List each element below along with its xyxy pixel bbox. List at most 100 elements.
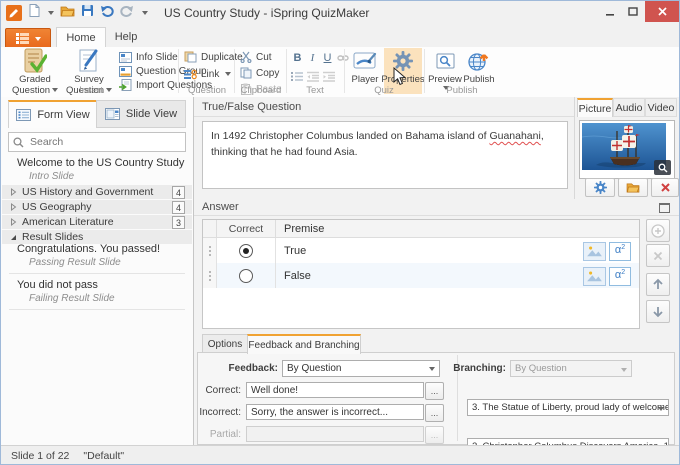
new-document-button[interactable] <box>29 4 40 22</box>
cut-button[interactable]: Cut <box>240 50 282 64</box>
qat-customize-caret-icon[interactable] <box>142 11 148 15</box>
move-down-button[interactable] <box>646 300 670 323</box>
application-window: US Country Study - iSpring QuizMaker Hom… <box>0 0 680 465</box>
row-picture-button[interactable] <box>583 242 606 261</box>
bold-button[interactable]: B <box>291 51 304 64</box>
arrow-down-icon <box>653 307 663 318</box>
delete-picture-button[interactable] <box>651 178 679 197</box>
question-section-header: True/False Question <box>194 97 574 117</box>
branch-correct-select[interactable]: 3. The Statue of Liberty, proud lady of … <box>467 399 669 416</box>
tab-picture[interactable]: Picture <box>577 98 613 117</box>
expand-answer-icon[interactable] <box>659 203 670 213</box>
minimize-button[interactable] <box>599 1 621 22</box>
partial-feedback-input[interactable] <box>246 426 424 442</box>
answer-table: Correct Premise True α2 False α2 <box>202 219 640 329</box>
slide-item-subtitle: Failing Result Slide <box>29 293 115 304</box>
search-box <box>8 132 186 152</box>
question-text-editor[interactable]: In 1492 Christopher Columbus landed on B… <box>202 121 568 189</box>
tab-video[interactable]: Video <box>645 98 677 117</box>
hyperlink-icon <box>336 54 349 61</box>
close-button[interactable] <box>645 1 679 22</box>
correct-feedback-input[interactable]: Well done! <box>246 382 424 398</box>
feedback-label: Feedback: <box>228 363 278 374</box>
tab-audio[interactable]: Audio <box>613 98 645 117</box>
sidebar: Form View Slide View Welcome to the US C… <box>1 97 194 445</box>
question-text: In 1492 Christopher Columbus landed on B… <box>211 130 490 142</box>
correct-more-button[interactable]: ... <box>425 382 444 400</box>
count-badge: 4 <box>172 186 185 199</box>
slide-item-title[interactable]: Welcome to the US Country Study <box>17 157 184 169</box>
radio-true-selected[interactable] <box>239 243 253 258</box>
new-document-caret-icon[interactable] <box>48 11 54 15</box>
redo-button[interactable] <box>120 4 134 22</box>
correct-cell <box>217 263 276 288</box>
tab-home[interactable]: Home <box>56 27 106 48</box>
zoom-picture-button[interactable] <box>654 160 671 175</box>
undo-button[interactable] <box>100 4 114 22</box>
move-up-button[interactable] <box>646 273 670 296</box>
select-caret-icon <box>429 367 435 371</box>
tree-group-american-literature[interactable]: American Literature 3 <box>2 215 192 229</box>
save-button[interactable] <box>81 4 94 22</box>
delete-answer-button[interactable] <box>646 244 670 267</box>
preview-label: Preview <box>428 74 462 85</box>
maximize-button[interactable] <box>622 1 644 22</box>
tab-feedback-and-branching[interactable]: Feedback and Branching <box>247 334 361 354</box>
graded-question-label1: Graded <box>19 74 51 85</box>
slide-item-title[interactable]: Congratulations. You passed! <box>17 243 160 255</box>
slide-item-title[interactable]: You did not pass <box>17 279 98 291</box>
row-drag-handle[interactable] <box>203 263 217 288</box>
tab-help[interactable]: Help <box>104 27 148 47</box>
slide-item-subtitle: Intro Slide <box>29 171 75 182</box>
search-input[interactable] <box>28 135 185 149</box>
incorrect-feedback-input[interactable]: Sorry, the answer is incorrect... <box>246 404 424 420</box>
mouse-cursor <box>393 66 407 91</box>
italic-button[interactable]: I <box>306 51 319 64</box>
form-view-label: Form View <box>37 109 90 121</box>
graded-question-icon <box>23 48 47 74</box>
cut-icon <box>240 51 252 63</box>
tree-group-us-geography[interactable]: US Geography 4 <box>2 200 192 214</box>
row-drag-handle[interactable] <box>203 238 217 263</box>
group-divider <box>424 49 425 93</box>
delete-icon <box>653 251 663 260</box>
survey-question-icon <box>77 48 101 74</box>
row-picture-button[interactable] <box>583 267 606 286</box>
copy-button[interactable]: Copy <box>240 66 282 80</box>
text-format-row1: B I U <box>291 51 349 64</box>
add-answer-button[interactable] <box>646 219 670 242</box>
answer-table-header: Correct Premise <box>203 220 639 238</box>
app-menu-caret-icon <box>34 36 41 41</box>
radio-false-unselected[interactable] <box>239 268 253 283</box>
publish-globe-icon <box>468 48 490 74</box>
browse-picture-button[interactable] <box>618 178 648 197</box>
picture-properties-button[interactable] <box>585 178 615 197</box>
question-group-icon <box>119 65 132 77</box>
partial-more-button[interactable]: ... <box>425 426 444 444</box>
expanded-triangle-icon <box>11 235 16 240</box>
preview-icon <box>436 48 455 74</box>
incorrect-more-button[interactable]: ... <box>425 404 444 422</box>
title-bar: US Country Study - iSpring QuizMaker <box>1 1 679 26</box>
branching-mode-select[interactable]: By Question <box>510 360 632 377</box>
feedback-mode-select[interactable]: By Question <box>282 360 440 377</box>
arrow-up-icon <box>653 278 663 289</box>
gear-icon <box>593 181 607 194</box>
underline-button[interactable]: U <box>321 51 334 64</box>
answer-title: Answer <box>202 201 239 213</box>
tab-slide-view[interactable]: Slide View <box>96 100 186 128</box>
status-bar: Slide 1 of 22 "Default" <box>1 445 679 464</box>
equation-button[interactable]: α2 <box>609 242 631 261</box>
answer-row-true[interactable]: True α2 <box>203 238 639 263</box>
app-menu-button[interactable] <box>5 28 51 49</box>
tab-form-view[interactable]: Form View <box>8 100 98 128</box>
slide-counter: Slide 1 of 22 <box>11 449 70 462</box>
tree-group-us-history[interactable]: US History and Government 4 <box>2 185 192 199</box>
equation-button[interactable]: α2 <box>609 267 631 286</box>
tab-options[interactable]: Options <box>202 334 248 354</box>
open-button[interactable] <box>60 4 75 22</box>
window-title: US Country Study - iSpring QuizMaker <box>164 6 370 20</box>
answer-row-false[interactable]: False α2 <box>203 263 639 288</box>
tree-group-result-slides[interactable]: Result Slides <box>2 230 192 244</box>
question-group-label: Question <box>187 85 227 96</box>
